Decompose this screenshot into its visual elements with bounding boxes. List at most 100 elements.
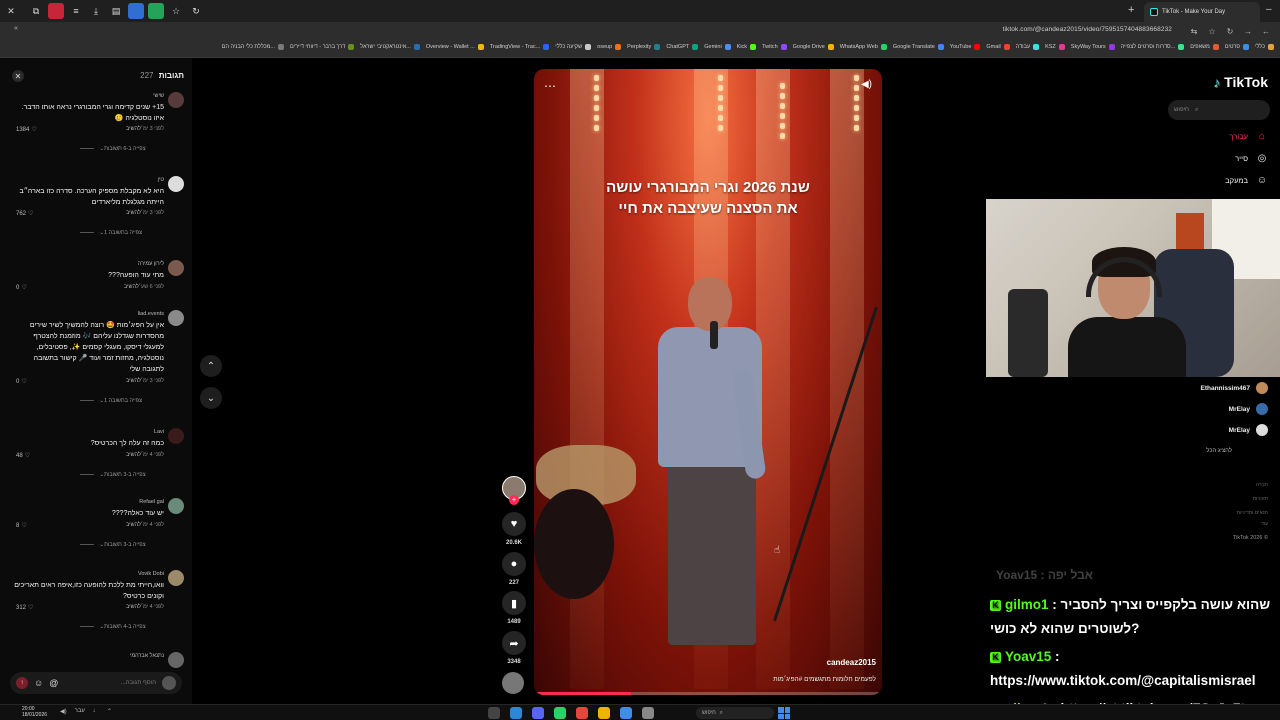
- tiktok-logo[interactable]: ♪ TikTok: [1213, 74, 1268, 90]
- bookmark-item[interactable]: סרטים: [1225, 44, 1250, 50]
- emoji-icon[interactable]: ☺: [34, 678, 43, 688]
- bookmark-item[interactable]: כללי: [1255, 44, 1274, 50]
- bookmark-item[interactable]: Overview - Wallet ...: [426, 44, 484, 50]
- bookmark-item[interactable]: סדרות וסרטים לצפייה...: [1121, 44, 1185, 50]
- reply-button[interactable]: להשיב: [126, 378, 141, 384]
- download-icon[interactable]: ⤓: [88, 3, 104, 19]
- telegram-app-icon[interactable]: [510, 707, 522, 719]
- bookmark-item[interactable]: ChatGPT: [666, 44, 699, 50]
- commenter-name[interactable]: liad.events: [138, 311, 164, 317]
- show-all-link[interactable]: להציג הכל: [1206, 448, 1232, 454]
- music-disc-avatar[interactable]: [502, 672, 524, 694]
- bookmark-item[interactable]: Twitch: [762, 44, 787, 50]
- commenter-name[interactable]: Vovik Dobi: [138, 571, 164, 577]
- comment-like-button[interactable]: 1384 ♡: [16, 126, 37, 134]
- whatsapp-ext-icon[interactable]: [148, 3, 164, 19]
- comment-like-button[interactable]: 8 ♡: [16, 522, 27, 530]
- sound-icon[interactable]: ◀): [861, 79, 872, 90]
- commenter-avatar[interactable]: [168, 428, 184, 444]
- search-icon[interactable]: ⌕: [1195, 107, 1198, 114]
- reply-button[interactable]: להשיב: [126, 210, 141, 216]
- comment-input[interactable]: הוסף תגובה...: [64, 680, 156, 686]
- back-icon[interactable]: ←: [1260, 25, 1272, 37]
- taskbar-clock[interactable]: 20:00 18/01/2026: [22, 706, 47, 718]
- volume-icon[interactable]: ◀): [60, 708, 67, 715]
- bookmark-item[interactable]: Gmail: [986, 44, 1010, 50]
- bookmark-ext-icon[interactable]: [128, 3, 144, 19]
- comment-like-button[interactable]: 762 ♡: [16, 210, 33, 218]
- following-account[interactable]: MrElay: [1229, 403, 1268, 415]
- taskbar-search[interactable]: ⌕ חיפוש: [696, 707, 774, 719]
- previous-video-button[interactable]: ⌃: [200, 355, 222, 377]
- commenter-avatar[interactable]: [168, 652, 184, 668]
- footer-link[interactable]: עוד: [1261, 521, 1268, 527]
- footer-link[interactable]: תוכניות: [1253, 496, 1268, 502]
- commenter-name[interactable]: שישי: [153, 93, 164, 99]
- close-window-icon[interactable]: ✕: [0, 0, 22, 22]
- commenter-name[interactable]: Lavi: [154, 429, 164, 435]
- obs-app-icon[interactable]: [488, 707, 500, 719]
- send-icon[interactable]: ↑: [16, 677, 28, 689]
- reply-button[interactable]: להשיב: [126, 604, 141, 610]
- reply-button[interactable]: להשיב: [126, 522, 141, 528]
- bookmark-item[interactable]: מכללת כלי הבניה הם...: [222, 44, 285, 50]
- chevron-icon[interactable]: «: [14, 25, 18, 32]
- forward-icon[interactable]: →: [1242, 25, 1254, 37]
- bookmark-item[interactable]: Kick: [737, 44, 757, 50]
- video-progress-bar[interactable]: [534, 692, 882, 695]
- bookmark-item[interactable]: שקיעה כללי: [555, 44, 592, 50]
- new-tab-icon[interactable]: +: [1128, 4, 1134, 16]
- bookmark-item[interactable]: KSZ: [1045, 44, 1065, 50]
- bookmark-item[interactable]: משאפים: [1190, 44, 1219, 50]
- nav-item-0[interactable]: ⌂ עבורך: [1229, 131, 1268, 142]
- comment-input-box[interactable]: ↑ ☺ @ הוסף תגובה...: [10, 672, 182, 694]
- like-button[interactable]: ♥: [502, 512, 526, 536]
- close-icon[interactable]: ✕: [12, 70, 24, 82]
- mention-icon[interactable]: @: [49, 678, 58, 688]
- reload-icon[interactable]: ↻: [1224, 25, 1236, 37]
- commenter-name[interactable]: טין: [158, 177, 164, 183]
- commenter-avatar[interactable]: [168, 310, 184, 326]
- bookmark-item[interactable]: Perplexity: [627, 44, 661, 50]
- extension-icon[interactable]: ≡: [68, 3, 84, 19]
- video-author[interactable]: candeaz2015: [827, 658, 876, 667]
- follow-plus-icon[interactable]: +: [509, 495, 519, 505]
- nav-item-1[interactable]: ◎ סייר: [1235, 153, 1268, 164]
- star-icon[interactable]: ☆: [1206, 25, 1218, 37]
- nav-item-2[interactable]: ☺ במעקב: [1225, 175, 1268, 186]
- bookmark-item[interactable]: TradingView - Trac...: [490, 44, 550, 50]
- mic-icon[interactable]: ♩: [93, 708, 99, 715]
- bookmark-item[interactable]: דרך ברבר - דיווחי דיירים: [290, 44, 355, 50]
- bookmark-item[interactable]: Google Translate: [893, 44, 944, 50]
- footer-link[interactable]: חברה: [1256, 482, 1268, 488]
- language-indicator[interactable]: עבר: [75, 708, 85, 715]
- refresh-icon[interactable]: ↻: [188, 3, 204, 19]
- reply-button[interactable]: להשיב: [124, 284, 139, 290]
- collections-icon[interactable]: ▤: [108, 3, 124, 19]
- url-field[interactable]: tiktok.com/@candeaz2015/video/7595157404…: [1003, 26, 1172, 33]
- view-replies-button[interactable]: צפייה ב-3 תשובות⌄: [80, 542, 146, 548]
- chrome-app-icon[interactable]: [576, 707, 588, 719]
- view-replies-button[interactable]: צפייה בתשובה 1⌄: [80, 398, 143, 404]
- commenter-avatar[interactable]: [168, 570, 184, 586]
- tab-tiktok[interactable]: TikTok - Make Your Day: [1144, 2, 1260, 22]
- start-button-icon[interactable]: [778, 707, 790, 719]
- profile-icon[interactable]: [48, 3, 64, 19]
- favorite-star-icon[interactable]: ☆: [168, 3, 184, 19]
- bookmark-item[interactable]: oseup: [597, 44, 622, 50]
- reply-button[interactable]: להשיב: [126, 452, 141, 458]
- minimize-icon[interactable]: –: [1266, 4, 1272, 15]
- tray-chevron-icon[interactable]: ⌃: [107, 708, 112, 715]
- commenter-avatar[interactable]: [168, 260, 184, 276]
- following-account[interactable]: MrElay: [1229, 424, 1268, 436]
- comment-like-button[interactable]: 0 ♡: [16, 378, 27, 386]
- bookmark-item[interactable]: עבודה: [1016, 44, 1040, 50]
- video-player[interactable]: ⋯ ◀) שנת 2026 וגרי המבורגרי עושה את הסצנ…: [534, 69, 882, 695]
- more-options-icon[interactable]: ⋯: [544, 79, 556, 93]
- bookmark-item[interactable]: אינטראקטיבי ישראל...: [360, 44, 420, 50]
- store-app-icon[interactable]: [620, 707, 632, 719]
- whatsapp-app-icon[interactable]: [554, 707, 566, 719]
- bookmark-item[interactable]: Google Drive: [793, 44, 834, 50]
- comment-like-button[interactable]: 0 ♡: [16, 284, 27, 292]
- commenter-avatar[interactable]: [168, 92, 184, 108]
